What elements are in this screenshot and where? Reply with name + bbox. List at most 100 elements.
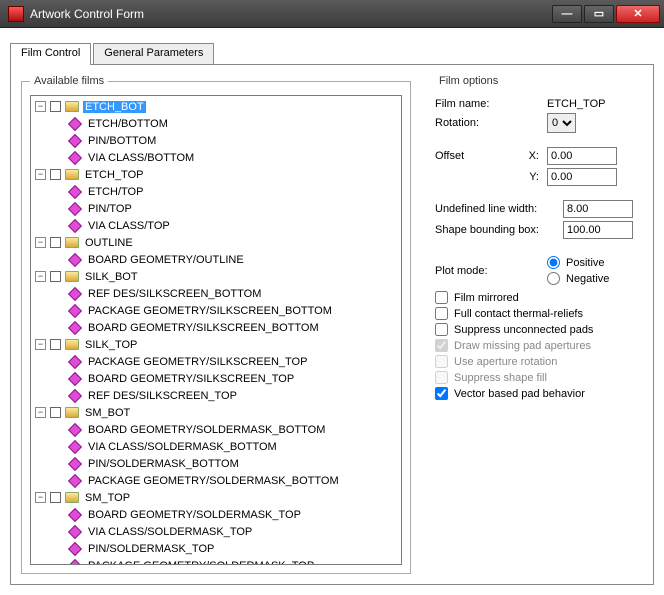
node-label[interactable]: PIN/SOLDERMASK_TOP [86,543,216,555]
node-label[interactable]: PIN/SOLDERMASK_BOTTOM [86,458,241,470]
tree-item[interactable]: PIN/TOP [53,200,399,217]
node-label[interactable]: SILK_BOT [83,271,140,283]
close-button[interactable]: ✕ [616,5,660,23]
folder-checkbox[interactable] [50,339,61,350]
tree-folder[interactable]: − SM_BOT [35,404,399,421]
expand-toggle-icon[interactable]: − [35,169,46,180]
tree-item[interactable]: BOARD GEOMETRY/SILKSCREEN_TOP [53,370,399,387]
tree-item[interactable]: PACKAGE GEOMETRY/SILKSCREEN_TOP [53,353,399,370]
tree-item[interactable]: VIA CLASS/SOLDERMASK_TOP [53,523,399,540]
node-label[interactable]: VIA CLASS/SOLDERMASK_TOP [86,526,254,538]
tree-item[interactable]: REF DES/SILKSCREEN_TOP [53,387,399,404]
plot-negative-radio[interactable] [547,272,560,285]
node-label[interactable]: PACKAGE GEOMETRY/SOLDERMASK_BOTTOM [86,475,341,487]
tree-item[interactable]: PACKAGE GEOMETRY/SILKSCREEN_BOTTOM [53,302,399,319]
tab-film-control[interactable]: Film Control [10,43,91,65]
tree-item[interactable]: PIN/BOTTOM [53,132,399,149]
node-label[interactable]: REF DES/SILKSCREEN_BOTTOM [86,288,263,300]
tree-item[interactable]: BOARD GEOMETRY/OUTLINE [53,251,399,268]
folder-icon [65,101,79,112]
node-label[interactable]: PIN/BOTTOM [86,135,158,147]
node-label[interactable]: ETCH/TOP [86,186,145,198]
node-label[interactable]: BOARD GEOMETRY/SILKSCREEN_BOTTOM [86,322,321,334]
tree-folder[interactable]: − ETCH_BOT [35,98,399,115]
node-label[interactable]: REF DES/SILKSCREEN_TOP [86,390,239,402]
node-label[interactable]: SM_TOP [83,492,132,504]
node-label[interactable]: BOARD GEOMETRY/SOLDERMASK_BOTTOM [86,424,327,436]
expand-toggle-icon[interactable]: − [35,101,46,112]
node-label[interactable]: SILK_TOP [83,339,139,351]
suppress-shape-checkbox [435,371,448,384]
folder-checkbox[interactable] [50,271,61,282]
tree-item[interactable]: PIN/SOLDERMASK_BOTTOM [53,455,399,472]
tree-folder[interactable]: − SILK_BOT [35,268,399,285]
layer-icon [68,252,82,266]
node-label[interactable]: BOARD GEOMETRY/OUTLINE [86,254,246,266]
tree-folder[interactable]: − ETCH_TOP [35,166,399,183]
suppress-unconnected-checkbox[interactable] [435,323,448,336]
node-label[interactable]: PACKAGE GEOMETRY/SOLDERMASK_TOP [86,560,316,566]
node-label[interactable]: BOARD GEOMETRY/SILKSCREEN_TOP [86,373,296,385]
folder-checkbox[interactable] [50,101,61,112]
node-label[interactable]: ETCH/BOTTOM [86,118,170,130]
tree-item[interactable]: VIA CLASS/SOLDERMASK_BOTTOM [53,438,399,455]
node-label[interactable]: ETCH_BOT [83,101,146,113]
tree-item[interactable]: REF DES/SILKSCREEN_BOTTOM [53,285,399,302]
tree-item[interactable]: PACKAGE GEOMETRY/SOLDERMASK_TOP [53,557,399,565]
tree-item[interactable]: BOARD GEOMETRY/SILKSCREEN_BOTTOM [53,319,399,336]
rotation-select[interactable]: 0 [547,113,576,133]
draw-missing-label: Draw missing pad apertures [454,340,591,352]
minimize-button[interactable]: — [552,5,582,23]
tree-item[interactable]: VIA CLASS/BOTTOM [53,149,399,166]
tree-item[interactable]: VIA CLASS/TOP [53,217,399,234]
film-tree[interactable]: − ETCH_BOT ETCH/BOTTOM PIN/BOTTOM VIA CLASS/… [30,95,402,565]
folder-icon [65,407,79,418]
tree-item[interactable]: ETCH/TOP [53,183,399,200]
folder-checkbox[interactable] [50,492,61,503]
tree-item[interactable]: BOARD GEOMETRY/SOLDERMASK_BOTTOM [53,421,399,438]
plot-positive-radio[interactable] [547,256,560,269]
expand-toggle-icon[interactable]: − [35,339,46,350]
node-label[interactable]: PIN/TOP [86,203,134,215]
node-label[interactable]: VIA CLASS/BOTTOM [86,152,196,164]
node-label[interactable]: BOARD GEOMETRY/SOLDERMASK_TOP [86,509,303,521]
node-label[interactable]: SM_BOT [83,407,132,419]
node-label[interactable]: VIA CLASS/SOLDERMASK_BOTTOM [86,441,279,453]
plot-negative-label: Negative [566,273,609,285]
expand-toggle-icon[interactable]: − [35,407,46,418]
offset-y-input[interactable] [547,168,617,186]
tree-item[interactable]: PACKAGE GEOMETRY/SOLDERMASK_BOTTOM [53,472,399,489]
expand-toggle-icon[interactable]: − [35,492,46,503]
node-label[interactable]: PACKAGE GEOMETRY/SILKSCREEN_BOTTOM [86,305,334,317]
tree-item[interactable]: BOARD GEOMETRY/SOLDERMASK_TOP [53,506,399,523]
folder-checkbox[interactable] [50,169,61,180]
sbb-input[interactable] [563,221,633,239]
tree-folder[interactable]: − SILK_TOP [35,336,399,353]
tree-item[interactable]: ETCH/BOTTOM [53,115,399,132]
layer-icon [68,456,82,470]
node-label[interactable]: OUTLINE [83,237,135,249]
window-title: Artwork Control Form [30,7,552,21]
node-label[interactable]: PACKAGE GEOMETRY/SILKSCREEN_TOP [86,356,309,368]
ulw-input[interactable] [563,200,633,218]
folder-checkbox[interactable] [50,407,61,418]
layer-icon [68,541,82,555]
tree-folder[interactable]: − SM_TOP [35,489,399,506]
vector-pad-checkbox[interactable] [435,387,448,400]
node-label[interactable]: VIA CLASS/TOP [86,220,172,232]
node-label[interactable]: ETCH_TOP [83,169,145,181]
available-films-group: Available films −ETCH_BOTETCH/BOTTOMPIN/… [21,75,411,574]
thermal-checkbox[interactable] [435,307,448,320]
expand-toggle-icon[interactable]: − [35,237,46,248]
film-mirrored-checkbox[interactable] [435,291,448,304]
tab-general-parameters[interactable]: General Parameters [93,43,214,65]
offset-x-input[interactable] [547,147,617,165]
tree-item[interactable]: PIN/SOLDERMASK_TOP [53,540,399,557]
folder-checkbox[interactable] [50,237,61,248]
tree-folder[interactable]: − OUTLINE [35,234,399,251]
layer-icon [68,218,82,232]
layer-icon [68,320,82,334]
maximize-button[interactable]: ▭ [584,5,614,23]
film-name-label: Film name: [435,98,547,110]
expand-toggle-icon[interactable]: − [35,271,46,282]
